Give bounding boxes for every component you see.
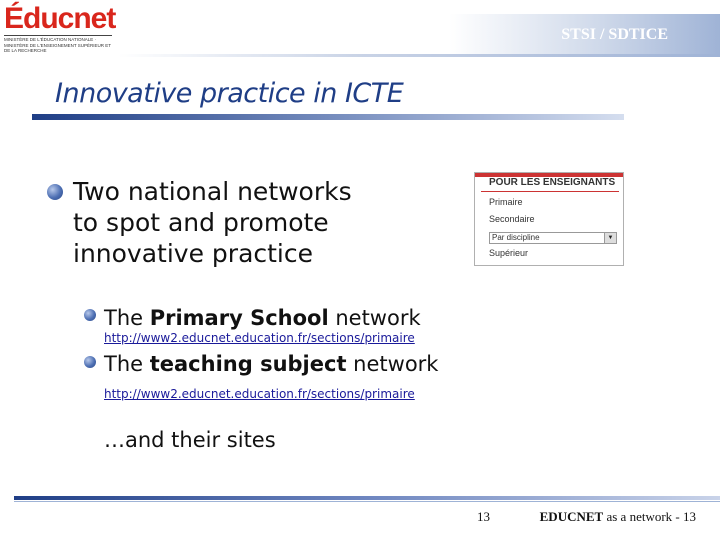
title-underline [32, 114, 624, 120]
main-bullet-text: Two national networks to spot and promot… [73, 176, 352, 269]
main-bullet-line: Two national networks [73, 177, 352, 206]
chevron-down-icon[interactable]: ▼ [604, 233, 616, 243]
menu-item-superieur[interactable]: Supérieur [489, 248, 528, 258]
subject-network-label: The teaching subject network [104, 352, 439, 376]
footer-brand: EDUCNET [539, 509, 604, 524]
educnet-logo: Éducnet Ministère de l'éducation nationa… [4, 2, 116, 53]
footer-label: as a network - 13 [603, 509, 696, 524]
menu-snapshot: POUR LES ENSEIGNANTS Primaire Secondaire… [474, 172, 624, 266]
closing-text: …and their sites [104, 428, 276, 452]
primary-network-link[interactable]: http://www2.educnet.education.fr/section… [104, 331, 415, 345]
primary-network-label: The Primary School network [104, 306, 421, 330]
footer-caption: EDUCNET as a network - 13 [540, 509, 696, 525]
menu-heading-rule [481, 191, 619, 192]
logo-wordmark: Éducnet [4, 2, 116, 35]
header-tag: STSI / SDTICE [561, 26, 668, 43]
primary-network-emphasis: Primary School [149, 306, 329, 330]
bullet-icon [47, 184, 63, 200]
subject-network-link[interactable]: http://www2.educnet.education.fr/section… [104, 387, 415, 401]
bullet-icon [84, 356, 96, 368]
logo-divider [4, 35, 112, 36]
menu-item-secondaire[interactable]: Secondaire [489, 214, 535, 224]
page-number: 13 [477, 509, 490, 524]
menu-heading: POUR LES ENSEIGNANTS [489, 177, 616, 188]
subject-network-emphasis: teaching subject [149, 352, 347, 376]
footer-rule [14, 496, 720, 500]
main-bullet-line: to spot and promote [73, 208, 329, 237]
discipline-select-value: Par discipline [492, 233, 540, 242]
main-bullet-line: innovative practice [73, 239, 314, 268]
logo-subtitle: Ministère de l'éducation nationale · Min… [4, 37, 111, 53]
footer-rule-thin [14, 501, 720, 502]
slide-title: Innovative practice in ICTE [55, 78, 404, 109]
menu-item-primaire[interactable]: Primaire [489, 197, 523, 207]
header-band-line [118, 54, 720, 57]
discipline-select[interactable]: Par discipline ▼ [489, 232, 617, 244]
bullet-icon [84, 309, 96, 321]
